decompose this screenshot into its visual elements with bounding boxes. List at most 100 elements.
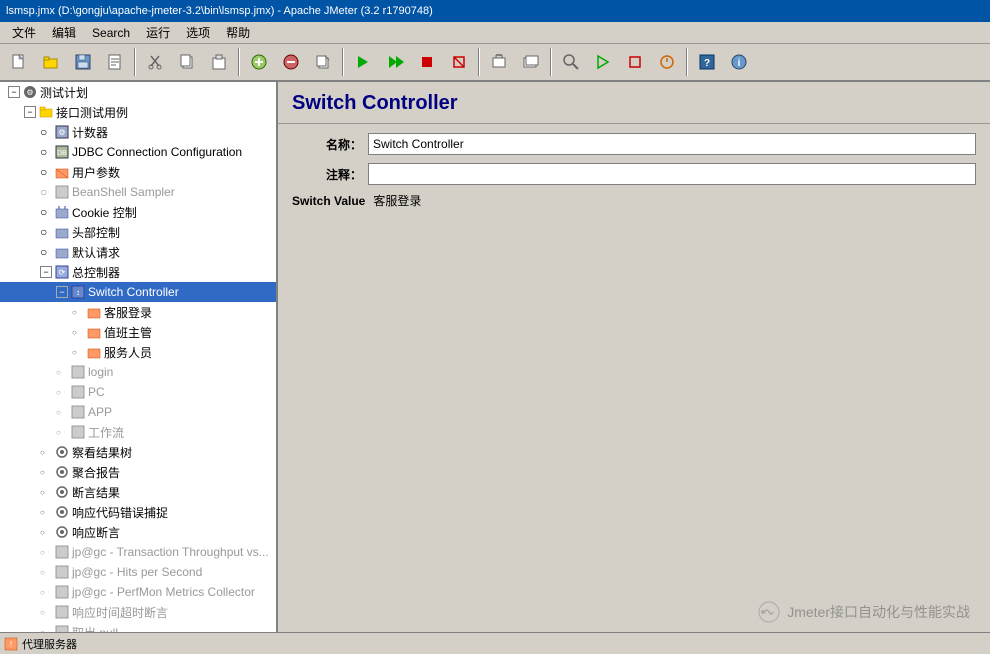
new-button[interactable] [4, 47, 34, 77]
no-expand-assertion-results: ○ [40, 488, 54, 497]
no-expand-default-req: ○ [40, 245, 54, 259]
templates-button[interactable] [100, 47, 130, 77]
no-expand-header: ○ [40, 225, 54, 239]
no-expand-login: ○ [56, 368, 70, 377]
cut-button[interactable] [140, 47, 170, 77]
sep6 [686, 48, 688, 76]
tree-item-pc[interactable]: ○ PC [0, 382, 276, 402]
tree-label-shift-manager: 值班主管 [104, 324, 152, 341]
no-expand-workflow: ○ [56, 428, 70, 437]
menu-bar: 文件 编辑 Search 运行 选项 帮助 [0, 22, 990, 44]
tree-icon-pc [70, 384, 86, 400]
toolbar: ? i [0, 44, 990, 82]
svg-text:?: ? [704, 58, 710, 69]
tree-item-workflow[interactable]: ○ 工作流 [0, 422, 276, 442]
tree-item-beanshell[interactable]: ○ BeanShell Sampler [0, 182, 276, 202]
remote-stop-button[interactable] [620, 47, 650, 77]
tree-item-customer-login[interactable]: ○ 客服登录 [0, 302, 276, 322]
remote-start-button[interactable] [588, 47, 618, 77]
tree-item-main-controller[interactable]: − ⟳ 总控制器 [0, 262, 276, 282]
tree-icon-workflow [70, 424, 86, 440]
stop-button[interactable] [412, 47, 442, 77]
tree-icon-shift-manager [86, 324, 102, 340]
tree-item-login[interactable]: ○ login [0, 362, 276, 382]
search-button[interactable] [556, 47, 586, 77]
expand-main-controller[interactable]: − [40, 266, 52, 278]
tree-label-response-code-error: 响应代码错误捕捉 [72, 504, 168, 521]
tree-item-jp-perfmon[interactable]: ○ jp@gc - PerfMon Metrics Collector [0, 582, 276, 602]
clear-all-button[interactable] [516, 47, 546, 77]
tree-item-response-timeout[interactable]: ○ 响应时间超时断言 [0, 602, 276, 622]
comment-input[interactable] [368, 163, 976, 185]
tree-item-switch-controller[interactable]: − ↕ Switch Controller [0, 282, 276, 302]
expand-test-plan[interactable]: − [8, 86, 20, 98]
tree-item-cookie[interactable]: ○ Cookie 控制 [0, 202, 276, 222]
tree-item-header[interactable]: ○ 头部控制 [0, 222, 276, 242]
tree-icon-counter: ⚙ [54, 124, 70, 140]
name-input[interactable] [368, 133, 976, 155]
help-button[interactable]: ? [692, 47, 722, 77]
open-button[interactable] [36, 47, 66, 77]
duplicate-button[interactable] [308, 47, 338, 77]
tree-item-default-req[interactable]: ○ 默认请求 [0, 242, 276, 262]
menu-file[interactable]: 文件 [4, 22, 44, 43]
tree-icon-header [54, 224, 70, 240]
tree-item-counter[interactable]: ○ ⚙ 计数器 [0, 122, 276, 142]
tree-item-jp-throughput[interactable]: ○ jp@gc - Transaction Throughput vs... [0, 542, 276, 562]
info-button[interactable]: i [724, 47, 754, 77]
menu-help[interactable]: 帮助 [218, 22, 258, 43]
tree-icon-view-results [54, 444, 70, 460]
tree-item-service-staff[interactable]: ○ 服务人员 [0, 342, 276, 362]
tree-item-response-assertion[interactable]: ○ 响应断言 [0, 522, 276, 542]
start-button[interactable] [348, 47, 378, 77]
expand-switch-controller[interactable]: − [56, 286, 68, 298]
tree-label-assertion-results: 断言结果 [72, 484, 120, 501]
svg-text:⟳: ⟳ [59, 268, 66, 277]
tree-item-aggregate[interactable]: ○ 聚合报告 [0, 462, 276, 482]
content-panel: Switch Controller 名称： 注释： Switch Value 客… [278, 82, 990, 654]
tree-label-login: login [88, 365, 113, 379]
main-container: − ⚙ 测试计划 − 接口测试用例 ○ ⚙ 计数器 ○ DB [0, 82, 990, 654]
start-no-pause-button[interactable] [380, 47, 410, 77]
copy-button[interactable] [172, 47, 202, 77]
tree-item-assertion-results[interactable]: ○ 断言结果 [0, 482, 276, 502]
tree-item-jp-hits[interactable]: ○ jp@gc - Hits per Second [0, 562, 276, 582]
tree-icon-login [70, 364, 86, 380]
switch-value-row: Switch Value 客服登录 [292, 192, 976, 209]
tree-label-response-assertion: 响应断言 [72, 524, 120, 541]
tree-icon-jdbc: DB [54, 144, 70, 160]
no-expand-cookie: ○ [40, 205, 54, 219]
menu-options[interactable]: 选项 [178, 22, 218, 43]
tree-label-beanshell: BeanShell Sampler [72, 185, 175, 199]
menu-edit[interactable]: 编辑 [44, 22, 84, 43]
tree-item-interface-test[interactable]: − 接口测试用例 [0, 102, 276, 122]
no-expand-response-assertion: ○ [40, 528, 54, 537]
tree-item-user-params[interactable]: ○ 用户参数 [0, 162, 276, 182]
tree-label-service-staff: 服务人员 [104, 344, 152, 361]
tree-label-customer-login: 客服登录 [104, 304, 152, 321]
menu-search[interactable]: Search [84, 24, 138, 42]
expand-interface-test[interactable]: − [24, 106, 36, 118]
tree-label-default-req: 默认请求 [72, 244, 120, 261]
tree-item-shift-manager[interactable]: ○ 值班主管 [0, 322, 276, 342]
tree-item-view-results[interactable]: ○ 察看结果树 [0, 442, 276, 462]
remote-shutdown-button[interactable] [652, 47, 682, 77]
shutdown-button[interactable] [444, 47, 474, 77]
menu-run[interactable]: 运行 [138, 22, 178, 43]
svg-text:!: ! [10, 640, 12, 649]
tree-icon-test-plan: ⚙ [22, 84, 38, 100]
tree-item-test-plan[interactable]: − ⚙ 测试计划 [0, 82, 276, 102]
tree-item-app[interactable]: ○ APP [0, 402, 276, 422]
status-text: 代理服务器 [22, 636, 77, 652]
add-button[interactable] [244, 47, 274, 77]
tree-item-response-code-error[interactable]: ○ 响应代码错误捕捉 [0, 502, 276, 522]
no-expand-shift-manager: ○ [72, 328, 86, 337]
tree-icon-switch-controller: ↕ [70, 284, 86, 300]
paste-button[interactable] [204, 47, 234, 77]
tree-label-cookie: Cookie 控制 [72, 204, 137, 221]
save-button[interactable] [68, 47, 98, 77]
tree-item-jdbc[interactable]: ○ DB JDBC Connection Configuration [0, 142, 276, 162]
name-label: 名称： [292, 136, 362, 153]
clear-button[interactable] [484, 47, 514, 77]
remove-button[interactable] [276, 47, 306, 77]
